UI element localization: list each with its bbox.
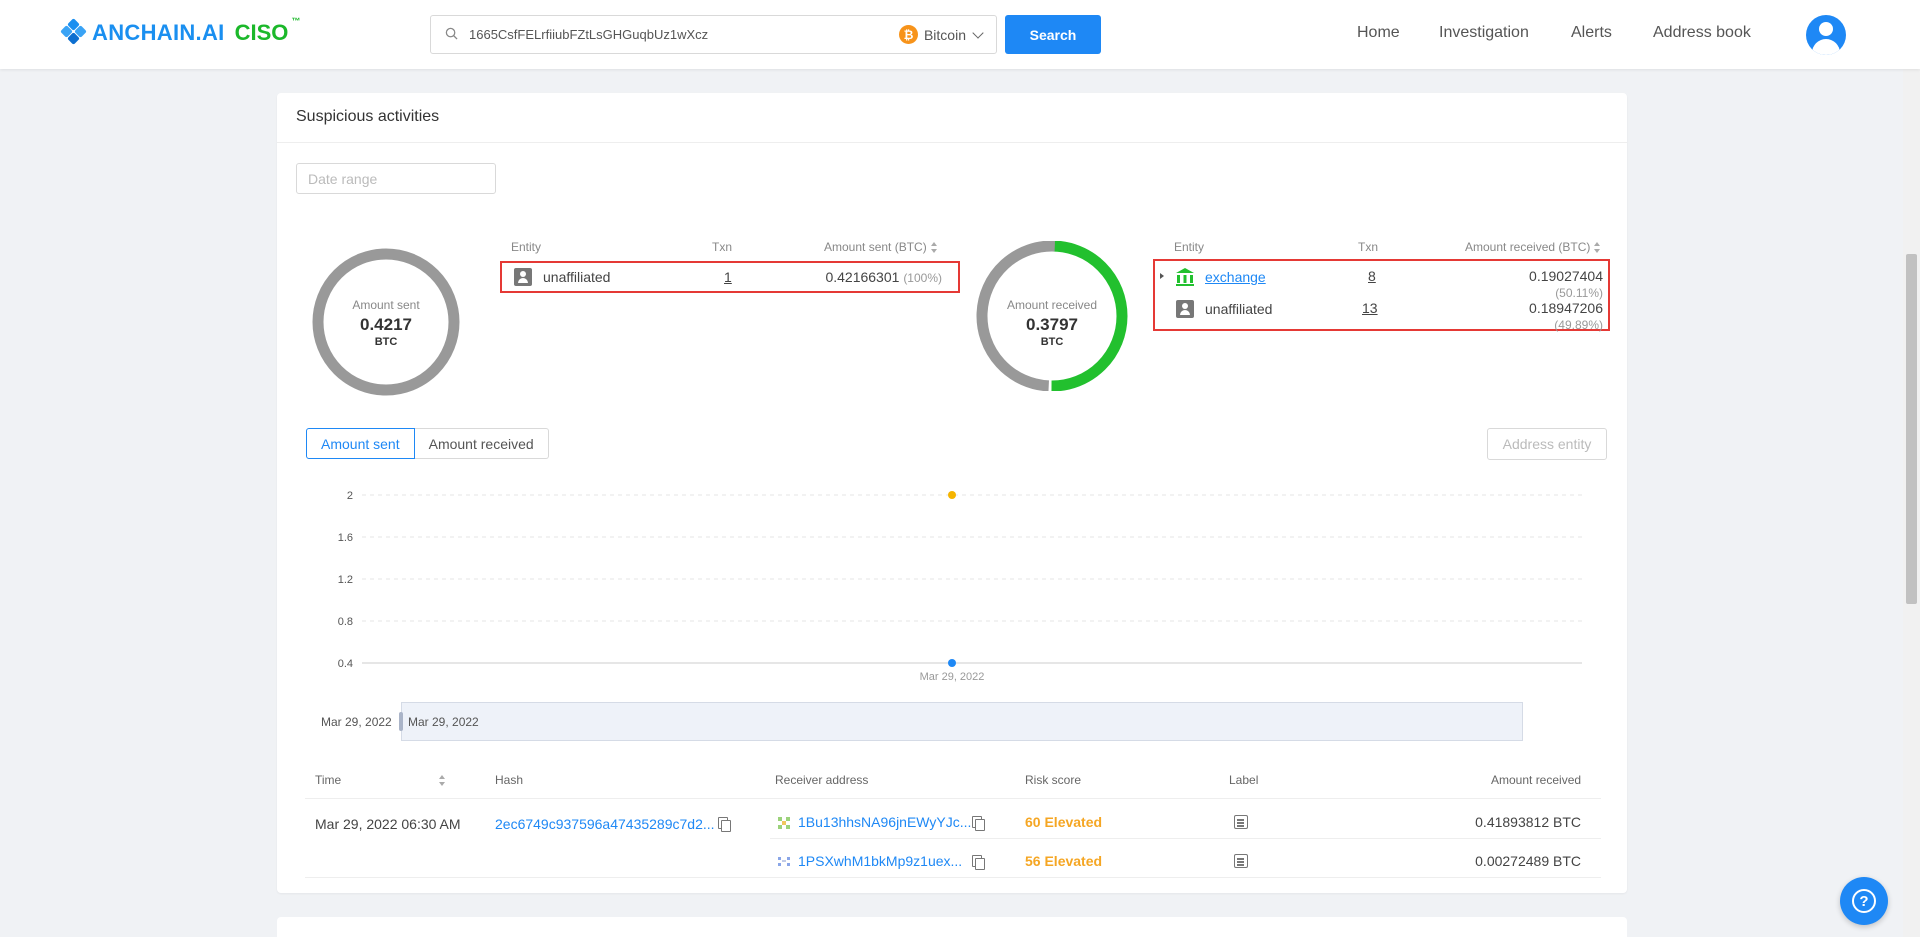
amount-sent-donut: Amount sent 0.4217 BTC [312,248,460,396]
activity-chart: 2 1.6 1.2 0.8 0.4 Mar 29, 2022 [338,490,1582,683]
expand-caret-icon[interactable] [1160,273,1164,279]
risk-score: 56 Elevated [1025,853,1103,869]
date-range-input[interactable]: Date range [296,163,496,194]
tx-hash-link[interactable]: 2ec6749c937596a47435289c7d2... [495,816,715,832]
logo-cube-icon [60,18,87,46]
address-entity-select[interactable]: Address entity [1487,428,1607,460]
receiver-address-link[interactable]: 1PSXwhM1bkMp9z1uex... [798,853,962,869]
col-hash: Hash [495,773,524,787]
donut-value: 0.3797 [1026,315,1078,334]
coin-select[interactable]: ₿ Bitcoin [898,25,984,44]
sort-icon [1594,242,1601,254]
copy-icon[interactable] [972,816,985,831]
amount-received: 0.41893812 BTC [1475,814,1581,830]
sent-amount: 0.42166301 (100%) [825,269,942,285]
amount-received-donut: Amount received 0.3797 BTC [975,240,1129,392]
logo-product: CISO ™ [234,16,301,45]
slider-handle[interactable] [399,712,403,731]
copy-icon[interactable] [972,855,985,870]
divider [305,798,1601,799]
divider [305,877,1601,878]
tab-amount-received[interactable]: Amount received [414,428,549,459]
col-receiver: Receiver address [775,773,869,787]
coin-label: Bitcoin [923,26,966,43]
recv-amount: 0.19027404 (50.11%) [1529,268,1603,300]
donut-unit: BTC [1040,336,1064,348]
anchain-logo[interactable]: ANCHAIN.AI CISO ™ [60,16,301,46]
nav-investigation[interactable]: Investigation [1439,24,1529,42]
top-header: ANCHAIN.AI CISO™ ₿ Bitcoin Search Home I… [0,0,1920,69]
donut-unit: BTC [374,336,398,348]
y-tick-label: 1.2 [338,574,353,586]
recv-amount: 0.18947206 (49.89%) [1529,300,1603,332]
address-identicon-icon [778,817,790,829]
sent-entity-header: Entity [511,240,542,254]
question-icon: ? [1852,889,1876,913]
nav-address-book[interactable]: Address book [1653,24,1751,42]
label-icon[interactable] [1234,815,1248,829]
col-risk: Risk score [1025,773,1082,787]
bitcoin-icon: ₿ [898,25,918,44]
col-amount: Amount received [1491,773,1582,787]
y-tick-label: 0.8 [338,616,353,628]
y-tick-label: 0.4 [338,658,353,670]
logo-text: ANCHAIN.AI [92,20,225,45]
amount-received: 0.00272489 BTC [1475,853,1581,869]
recv-txn-link[interactable]: 8 [1368,268,1376,284]
range-slider[interactable] [401,702,1523,741]
next-card-edge [277,917,1627,937]
search-box: ₿ Bitcoin [430,15,997,54]
person-icon [1176,300,1194,318]
sort-icon [930,242,938,254]
person-icon [514,268,532,286]
sent-amount-header[interactable]: Amount sent (BTC) [824,240,938,254]
receiver-address-link[interactable]: 1Bu13hhsNA96jnEWyYJc... [798,814,971,830]
tab-amount-sent[interactable]: Amount sent [306,428,415,459]
sort-icon [439,775,446,787]
user-avatar[interactable] [1806,15,1846,55]
recv-txn-link[interactable]: 13 [1362,300,1378,316]
recv-entity-unaffiliated: unaffiliated [1205,301,1273,317]
search-input[interactable] [469,16,869,53]
label-icon[interactable] [1234,854,1248,868]
y-tick-label: 2 [347,490,353,502]
donut-label: Amount sent [352,298,420,312]
sent-txn-link[interactable]: 1 [724,269,732,285]
address-identicon-icon [778,857,790,866]
copy-icon[interactable] [718,817,731,832]
recv-amount-header[interactable]: Amount received (BTC) [1465,240,1601,254]
amount-tabs: Amount sent Amount received [306,428,549,459]
y-tick-label: 1.6 [338,532,353,544]
col-time[interactable]: Time [315,773,446,787]
card-title: Suspicious activities [296,108,440,125]
search-button[interactable]: Search [1005,15,1101,54]
slider-start-label: Mar 29, 2022 [321,715,392,729]
col-label: Label [1229,773,1259,787]
search-icon [445,27,458,40]
risk-score: 60 Elevated [1025,814,1103,830]
donut-label: Amount received [1006,298,1098,312]
help-button[interactable]: ? [1840,877,1888,925]
nav-home[interactable]: Home [1357,24,1400,42]
recv-entity-header: Entity [1174,240,1205,254]
slider-end-label: Mar 29, 2022 [408,715,479,729]
scrollbar-thumb[interactable] [1906,254,1917,604]
data-point [948,659,956,667]
tx-time: Mar 29, 2022 06:30 AM [315,816,461,832]
donut-value: 0.4217 [360,315,412,334]
sent-entity-name: unaffiliated [543,269,611,285]
x-tick-label: Mar 29, 2022 [920,671,985,683]
divider [770,838,1601,839]
recv-entity-exchange[interactable]: exchange [1205,269,1266,285]
data-point [948,491,956,499]
page-scrollbar[interactable] [1903,69,1920,937]
bank-icon [1176,268,1194,286]
divider [277,142,1627,143]
nav-alerts[interactable]: Alerts [1571,24,1612,42]
sent-txn-header: Txn [712,240,733,254]
chevron-down-icon [972,26,984,39]
recv-txn-header: Txn [1358,240,1379,254]
